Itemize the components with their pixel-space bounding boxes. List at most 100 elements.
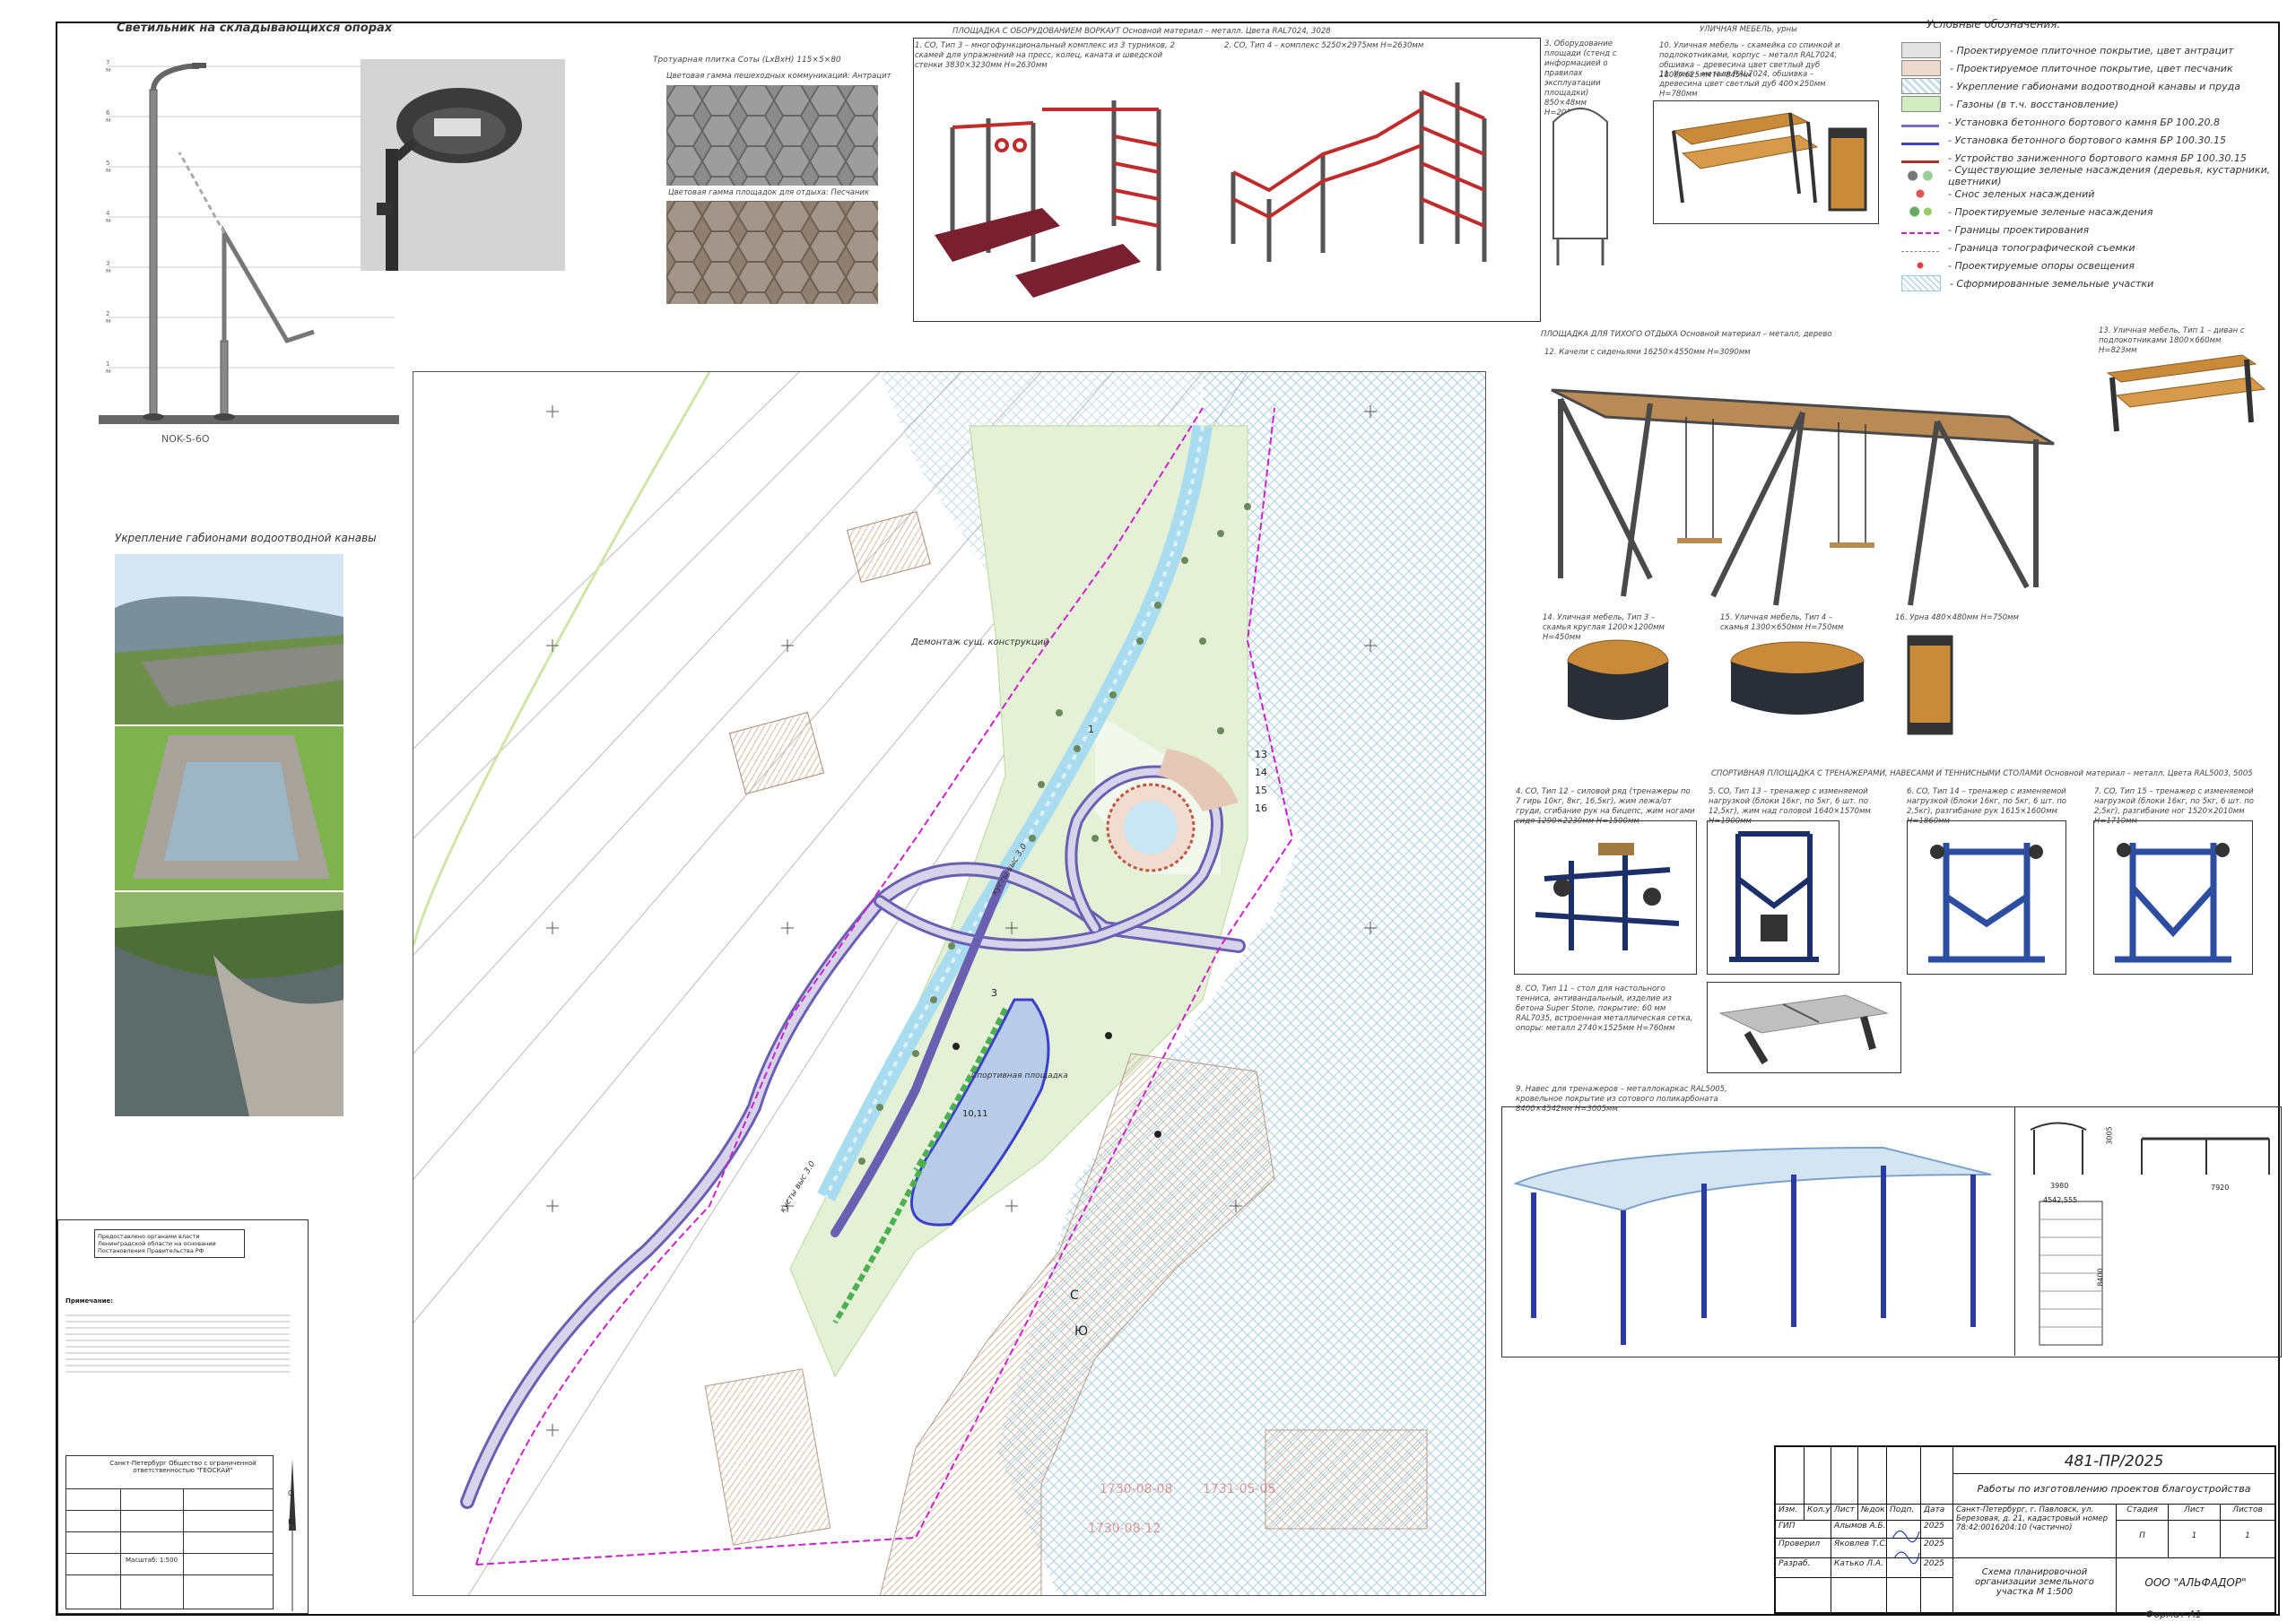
oval-bench-drawing	[1730, 641, 1865, 715]
scale-mark: 2 м	[106, 310, 111, 325]
tb-col-header: Подп.	[1887, 1505, 1921, 1521]
canopy-dim-span: 7920	[2211, 1184, 2230, 1192]
plan-label-building-2: 1731-05-05	[1203, 1482, 1276, 1496]
stamp-scale: Масштаб: 1:500	[126, 1557, 178, 1564]
legend-swatch-lawn	[1901, 96, 1941, 112]
scale-mark: 7 м	[106, 59, 111, 74]
workout-title: ПЛОЩАДКА С ОБОРУДОВАНИЕМ ВОРКАУТ Основно…	[952, 27, 1331, 36]
canopy-dim-width: 3980	[2050, 1182, 2069, 1190]
legend-swatch-sandstone	[1901, 60, 1941, 76]
paving-title: Тротуарная плитка Соты (LxBxH) 115×5×80	[653, 56, 841, 65]
tb-address: Санкт-Петербург, г. Павловск, ул. Березо…	[1953, 1505, 2117, 1558]
plan-node: 13	[1255, 749, 1267, 760]
bench-drawing	[1672, 112, 1819, 204]
legend-item: - Проектируемые опоры освещения	[1901, 256, 2135, 274]
canopy-elevation-drawing	[2030, 1122, 2270, 1346]
lamp-photo	[361, 59, 565, 271]
stamp-table: Санкт-Петербург Общество с ограниченной …	[65, 1455, 274, 1609]
workout-caption-1: 1. СО, Тип 3 – многофункциональный компл…	[915, 41, 1175, 70]
plan-node: 15	[1255, 785, 1267, 796]
trainer-6-drawing	[1928, 843, 2045, 963]
title-block: 481-ПР/2025 Работы по изготовлению проек…	[1774, 1445, 2276, 1614]
legend-item: - Существующие зеленые насаждения (дерев…	[1901, 164, 2278, 187]
tb-role: ГИП	[1776, 1521, 1831, 1539]
plan-node: 1	[1088, 724, 1094, 735]
stamp-header: Предоставлено органами власти Ленинградс…	[94, 1229, 245, 1258]
tb-role: Разраб.	[1776, 1558, 1831, 1578]
trainer-5-drawing	[1729, 831, 1819, 962]
info-stand-drawing	[1552, 108, 1608, 265]
gabion-title: Укрепление габионами водоотводной канавы	[115, 532, 377, 544]
bin-drawing	[1828, 127, 1867, 212]
lamp-title: Светильник на складывающихся опорах	[117, 22, 393, 35]
site-plan-drawing	[413, 372, 1485, 1595]
legend-item: - Сформированные земельные участки	[1901, 274, 2153, 292]
tb-year: 2025	[1921, 1539, 1953, 1558]
legend-line-low-curb	[1901, 153, 1939, 163]
plan-label-building-3: 1730-08-12	[1088, 1522, 1161, 1536]
lamp-model: NOK-S-6O	[161, 433, 210, 445]
tb-doc-code: 481-ПР/2025	[1953, 1447, 2274, 1474]
scale-mark: 4 м	[106, 210, 111, 224]
tb-sheet-value: 1	[2169, 1521, 2221, 1558]
gabion-photo-1	[115, 554, 344, 724]
sheet-format: Формат А1	[2145, 1609, 2202, 1620]
plan-node: 16	[1255, 802, 1267, 814]
legend: - Проектируемое плиточное покрытие, цвет…	[1901, 41, 2278, 310]
plan-label-building-1: 1730-08-08	[1100, 1482, 1173, 1496]
canopy-dim-height: 3005	[2105, 1126, 2114, 1145]
legend-item: - Граница топографической съемки	[1901, 239, 2135, 256]
lamp-drawing	[99, 63, 399, 424]
paving-caption-1: Цветовая гамма пешеходных коммуникаций: …	[666, 72, 891, 81]
tb-col-header: Дата	[1921, 1505, 1953, 1521]
quiet-title: ПЛОЩАДКА ДЛЯ ТИХОГО ОТДЫХА Основной мате…	[1541, 330, 1832, 339]
legend-new-trees-icon	[1901, 204, 1939, 219]
tb-stage-header: Стадия	[2117, 1505, 2169, 1521]
canopy-drawing	[1512, 1146, 1992, 1345]
legend-title: Условные обозначения:	[1926, 18, 2061, 30]
round-bench-drawing	[1567, 639, 1669, 720]
plan-node: 3	[991, 987, 997, 999]
stamp-notes-lines	[65, 1310, 290, 1377]
scale-mark: 6 м	[106, 109, 111, 124]
quiet-caption-12: 12. Качели с сиденьями 16250×4550мм H=30…	[1544, 348, 1751, 357]
tb-year: 2025	[1921, 1558, 1953, 1578]
trainer-7-drawing	[2115, 843, 2231, 963]
furniture-caption-11: 11. Урна – металл RAL7024, обшивка – дре…	[1659, 70, 1826, 99]
tb-year: 2025	[1921, 1521, 1953, 1539]
canopy-dim-length: 8400	[2096, 1268, 2105, 1287]
table-tennis-drawing	[1718, 994, 1889, 1065]
gabion-photo-3	[115, 892, 344, 1116]
legend-removal-icon	[1901, 186, 1939, 201]
legend-item: - Проектируемые зеленые насаждения	[1901, 203, 2152, 221]
quiet-caption-15: 15. Уличная мебель, Тип 4 – скамья 1300×…	[1720, 613, 1844, 632]
plan-label-demolish: Демонтаж сущ. конструкций	[911, 638, 1049, 647]
workout-set-1-drawing	[935, 100, 1161, 298]
tb-role: Проверил	[1776, 1539, 1831, 1558]
tb-sheets-value: 1	[2221, 1521, 2274, 1558]
stamp-notes-title: Примечание:	[65, 1297, 114, 1305]
scale-mark: 3 м	[106, 260, 111, 274]
trainer-4-drawing	[1535, 843, 1680, 950]
legend-line-curb-30	[1901, 135, 1939, 145]
legend-item: - Проектируемое плиточное покрытие, цвет…	[1901, 41, 2233, 59]
canopy-dim-depth: 4542,555	[2043, 1196, 2078, 1204]
compass-yu: Ю	[288, 1518, 296, 1526]
swing-pergola-drawing	[1551, 388, 2055, 606]
tb-sheet-header: Лист	[2169, 1505, 2221, 1521]
tb-col-header: Кол.уч	[1805, 1505, 1831, 1521]
paving-swatch-sandstone	[666, 201, 878, 304]
tb-sheets-header: Листов	[2221, 1505, 2274, 1521]
tb-work-title: Работы по изготовлению проектов благоуст…	[1953, 1474, 2274, 1505]
round-bin-drawing	[1907, 635, 1953, 735]
tb-company: ООО "АЛЬФАДОР"	[2144, 1576, 2247, 1589]
legend-existing-trees-icon	[1901, 169, 1939, 183]
sports-caption-8: 8. СО, Тип 11 – стол для настольного тен…	[1516, 984, 1693, 1033]
gabion-photo-2	[115, 726, 344, 890]
workout-caption-2: 2. СО, Тип 4 – комплекс 5250×2975мм H=26…	[1224, 41, 1424, 50]
legend-swatch-parcels	[1901, 275, 1941, 291]
legend-item: - Снос зеленых насаждений	[1901, 185, 2094, 203]
legend-item: - Границы проектирования	[1901, 221, 2089, 239]
legend-swatch-gabion	[1901, 78, 1941, 94]
workout-set-2-drawing	[1231, 82, 1487, 262]
